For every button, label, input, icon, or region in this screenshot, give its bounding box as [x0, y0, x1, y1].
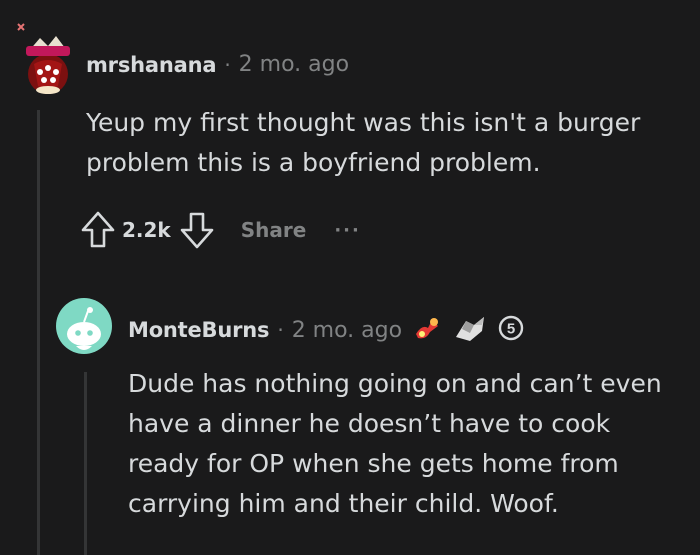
username[interactable]: mrshanana — [86, 53, 217, 77]
username[interactable]: MonteBurns — [128, 318, 270, 342]
avatar[interactable] — [10, 16, 72, 96]
award-icon-2[interactable] — [452, 313, 488, 347]
comment-body: Dude has nothing going on and can’t even… — [128, 364, 668, 524]
comment-meta: mrshanana · 2 mo. ago — [86, 52, 349, 77]
comment-text: Dude has nothing going on and can’t even… — [128, 369, 662, 518]
award-icon-1[interactable] — [412, 314, 442, 346]
more-options-button[interactable]: ··· — [334, 220, 361, 241]
thread-line-reply[interactable] — [84, 372, 87, 555]
thread-line-top[interactable] — [37, 110, 40, 555]
comment-text: Yeup my first thought was this isn't a b… — [86, 108, 641, 177]
snoo-avatar-icon — [67, 307, 101, 350]
share-button[interactable]: Share — [241, 218, 307, 242]
comment-meta: MonteBurns · 2 mo. ago 5 — [128, 313, 524, 347]
comment-body: Yeup my first thought was this isn't a b… — [86, 103, 686, 183]
award-count: 5 — [507, 321, 515, 338]
demogorgon-avatar-icon — [17, 23, 70, 94]
separator-dot: · — [224, 52, 231, 77]
avatar[interactable] — [56, 298, 112, 354]
timestamp[interactable]: 2 mo. ago — [239, 52, 349, 77]
award-icon-3[interactable]: 5 — [498, 315, 524, 345]
upvote-icon[interactable] — [80, 210, 116, 250]
timestamp[interactable]: 2 mo. ago — [292, 318, 402, 343]
score: 2.2k — [122, 218, 171, 242]
downvote-icon[interactable] — [179, 210, 215, 250]
comment-actions: 2.2k Share ··· — [80, 210, 361, 250]
separator-dot: · — [277, 318, 284, 342]
